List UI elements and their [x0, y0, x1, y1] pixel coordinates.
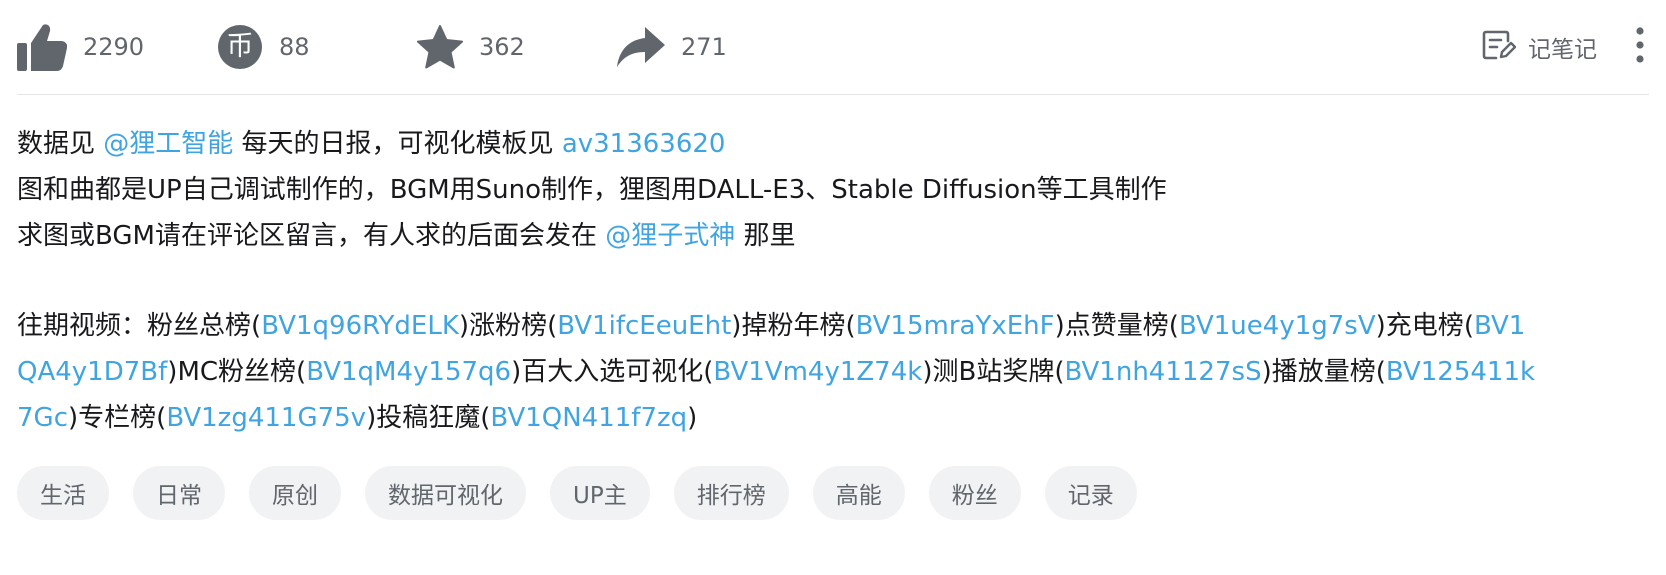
toolbar-right: 记笔记 — [1482, 22, 1649, 72]
coin-icon: 币 — [217, 24, 263, 70]
share-count: 271 — [681, 33, 727, 61]
bv-link[interactable]: BV15mraYxEhF — [856, 311, 1055, 341]
close-paren: ) — [922, 357, 933, 387]
past-video-title: 百大入选可视化 — [521, 357, 704, 387]
open-paren: ( — [296, 357, 307, 387]
open-paren: ( — [156, 403, 167, 433]
bv-link[interactable]: BV1nh41127sS — [1064, 357, 1261, 387]
open-paren: ( — [845, 311, 856, 341]
close-paren: ) — [167, 357, 178, 387]
tag-chip[interactable]: UP主 — [550, 466, 650, 520]
vertical-dots-icon — [1635, 27, 1645, 67]
open-paren: ( — [1054, 357, 1065, 387]
open-paren: ( — [1463, 311, 1474, 341]
tag-chip[interactable]: 高能 — [812, 466, 905, 520]
like-count: 2290 — [83, 33, 145, 61]
coin-glyph: 币 — [226, 31, 254, 62]
past-video-title: 测B站奖牌 — [932, 357, 1055, 387]
bv-link[interactable]: BV1qM4y157q6 — [306, 357, 511, 387]
tag-list: 生活 日常 原创 数据可视化 UP主 排行榜 高能 粉丝 记录 — [17, 466, 1137, 520]
close-paren: ) — [511, 357, 522, 387]
open-paren: ( — [547, 311, 558, 341]
past-video-title: 投稿狂魔 — [376, 403, 481, 433]
past-videos-prefix: 往期视频： — [17, 311, 148, 341]
past-video-title: 专栏榜 — [78, 403, 157, 433]
coin-button[interactable]: 币 88 — [217, 22, 417, 72]
note-edit-icon — [1482, 30, 1517, 64]
video-description: 数据见 @狸工智能 每天的日报，可视化模板见 av31363620 图和曲都是U… — [17, 121, 1544, 441]
desc-line2: 图和曲都是UP自己调试制作的，BGM用Suno制作，狸图用DALL-E3、Sta… — [17, 175, 1167, 205]
video-toolbar: 2290 币 88 362 271 记笔记 — [17, 0, 1649, 95]
close-paren: ) — [1054, 311, 1065, 341]
open-paren: ( — [251, 311, 262, 341]
tag-chip[interactable]: 生活 — [17, 466, 109, 520]
user-mention-link[interactable]: @狸子式神 — [605, 221, 735, 251]
bv-link[interactable]: BV1zg411G75v — [166, 403, 366, 433]
past-videos-list: 粉丝总榜(BV1q96RYdELK)涨粉榜(BV1ifcEeuEht)掉粉年榜(… — [17, 311, 1535, 433]
favorite-button[interactable]: 362 — [417, 22, 617, 72]
past-video-title: 粉丝总榜 — [147, 311, 252, 341]
close-paren: ) — [687, 403, 698, 433]
like-button[interactable]: 2290 — [17, 22, 217, 72]
star-icon — [417, 25, 463, 69]
thumbs-up-icon — [17, 23, 67, 71]
desc-line1: 数据见 @狸工智能 每天的日报，可视化模板见 av31363620 — [17, 129, 725, 159]
open-paren: ( — [480, 403, 491, 433]
close-paren: ) — [366, 403, 377, 433]
user-mention-link[interactable]: @狸工智能 — [103, 129, 233, 159]
favorite-count: 362 — [479, 33, 525, 61]
desc-text: 每天的日报，可视化模板见 — [233, 129, 562, 159]
past-video-title: 点赞量榜 — [1064, 311, 1169, 341]
bv-link[interactable]: BV1QN411f7zq — [490, 403, 687, 433]
open-paren: ( — [1375, 357, 1386, 387]
desc-text: 数据见 — [17, 129, 104, 159]
open-paren: ( — [1168, 311, 1179, 341]
share-button[interactable]: 271 — [617, 22, 817, 72]
bv-link[interactable]: BV1q96RYdELK — [261, 311, 459, 341]
av-link[interactable]: av31363620 — [562, 129, 726, 159]
tag-chip[interactable]: 原创 — [249, 466, 341, 520]
tag-chip[interactable]: 粉丝 — [928, 466, 1021, 520]
tag-chip[interactable]: 记录 — [1044, 466, 1137, 520]
take-note-button[interactable]: 记笔记 — [1482, 30, 1597, 64]
take-note-label: 记笔记 — [1528, 37, 1597, 63]
close-paren: ) — [1375, 311, 1386, 341]
tag-chip[interactable]: 数据可视化 — [365, 466, 526, 520]
past-video-title: 播放量榜 — [1271, 357, 1376, 387]
close-paren: ) — [731, 311, 742, 341]
coin-count: 88 — [279, 33, 310, 61]
close-paren: ) — [458, 311, 470, 341]
tag-chip[interactable]: 排行榜 — [673, 466, 789, 520]
past-video-title: 充电榜 — [1385, 311, 1464, 341]
past-video-title: 掉粉年榜 — [741, 311, 846, 341]
close-paren: ) — [1261, 357, 1272, 387]
past-video-title: 涨粉榜 — [469, 311, 548, 341]
more-options-button[interactable] — [1631, 25, 1649, 69]
past-video-title: MC粉丝榜 — [177, 357, 297, 387]
bv-link[interactable]: BV1Vm4y1Z74k — [713, 357, 922, 387]
tag-chip[interactable]: 日常 — [133, 466, 225, 520]
past-videos-paragraph: 往期视频：粉丝总榜(BV1q96RYdELK)涨粉榜(BV1ifcEeuEht)… — [17, 311, 1535, 433]
share-arrow-icon — [617, 27, 665, 67]
open-paren: ( — [703, 357, 714, 387]
desc-text: 求图或BGM请在评论区留言，有人求的后面会发在 — [17, 221, 606, 251]
desc-line3: 求图或BGM请在评论区留言，有人求的后面会发在 @狸子式神 那里 — [17, 221, 796, 251]
bv-link[interactable]: BV1ue4y1g7sV — [1179, 311, 1376, 341]
close-paren: ) — [67, 403, 79, 433]
desc-text: 那里 — [735, 221, 796, 251]
bv-link[interactable]: BV1ifcEeuEht — [557, 311, 731, 341]
